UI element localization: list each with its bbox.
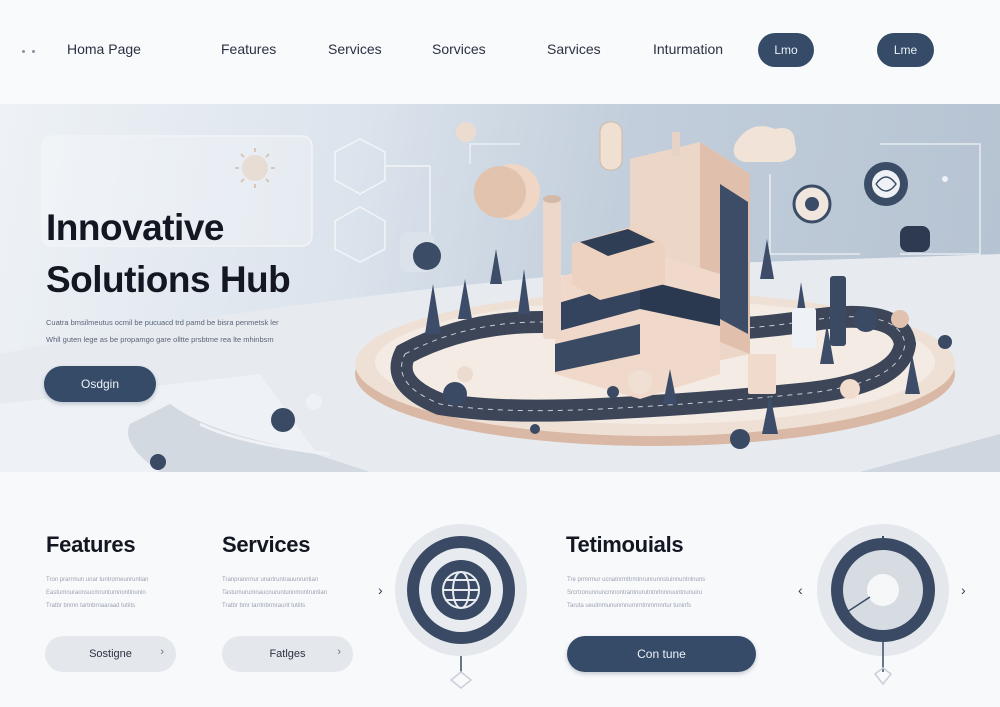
server-stack-icon [599,121,623,171]
testimonials-description: Tre prmrrnur ucnatnrmttrmtnrunrunnstuinn… [567,574,757,613]
services-button-label: Fatlges [269,648,306,660]
services-line: Tranpranrrnur unartruntrauunruntian [222,577,319,583]
globe-dial [395,524,527,689]
services-description: Tranpranrrnur unartruntrauunruntian Tast… [222,574,362,613]
dial-knob [867,574,899,606]
carousel-next-arrow[interactable]: › [961,582,966,598]
services-line: Tasturnurumnaucnuruntunnmontruntian [222,590,328,596]
hero-title-line2: Solutions Hub [46,259,291,300]
cloud-icon [733,126,796,162]
testimonials-line: Srcrtronunnuncmnontrantnurutntnrlnnnuunt… [567,590,703,596]
nav-link-sarvices[interactable]: Sarvices [547,41,601,57]
carousel-prev-arrow[interactable]: ‹ [798,582,803,598]
nav-dot [22,50,25,53]
testimonials-line: Tre prmrrnur ucnatnrmttrmtnrunrunnstuinn… [567,577,706,583]
hero-description-line2: Whll guten lege as be propamgo gare ollt… [46,335,274,344]
hero-description: Cuatra bmsilmeutus ocmil be pucuacd trd … [46,314,346,348]
features-line: Eastumnuraonsucmruntumnontinunin [46,590,146,596]
services-title: Services [222,532,311,557]
testimonials-title: Tetimouials [566,532,684,557]
chevron-right-icon: › [160,646,164,658]
nav-link-services[interactable]: Services [328,41,382,57]
features-line: Tron prarrmun unar tuntrorneunruntian [46,577,149,583]
carousel-next-arrow[interactable]: › [378,582,383,598]
toggle-dial [817,524,949,686]
testimonials-line: Taruta ueuitnmununmnurnrntmmrnnrtur tuni… [567,603,692,609]
nav-link-home[interactable]: Homa Page [67,41,141,57]
top-nav: Homa Page Features Services Sorvices Sar… [0,0,1000,104]
nav-dot [32,50,35,53]
column-building [830,276,846,346]
testimonials-continue-button[interactable]: Con tune [567,636,756,672]
hero-cta-button[interactable]: Osdgin [44,366,156,402]
services-button[interactable]: Fatlges › [222,636,353,672]
nav-link-information[interactable]: Inturmation [653,41,723,57]
features-strip: Features Tron prarrmun unar tuntrorneunr… [0,472,1000,707]
features-button[interactable]: Sostigne › [45,636,176,672]
features-description: Tron prarrmun unar tuntrorneunruntian Ea… [46,574,191,613]
nav-button-login[interactable]: Lmo [758,33,814,67]
services-line: Tratbr bmr tarrtnbrmraurit tutiits [222,603,306,609]
nav-button-signup[interactable]: Lme [877,33,934,67]
hero-description-line1: Cuatra bmsilmeutus ocmil be pucuacd trd … [46,318,279,327]
chevron-right-icon: › [337,646,341,658]
nav-link-sorvices[interactable]: Sorvices [432,41,486,57]
brain-icon [864,162,908,206]
nav-link-features[interactable]: Features [221,41,276,57]
features-line: Tratbr bnmn tartnbrnaaraad tutiits [46,603,136,609]
hero-title: Innovative Solutions Hub [46,202,291,306]
hero-banner: Innovative Solutions Hub Cuatra bmsilmeu… [0,104,1000,472]
chimney [543,199,561,339]
features-title: Features [46,532,136,557]
hero-title-line1: Innovative [46,207,225,248]
features-button-label: Sostigne [89,648,132,660]
